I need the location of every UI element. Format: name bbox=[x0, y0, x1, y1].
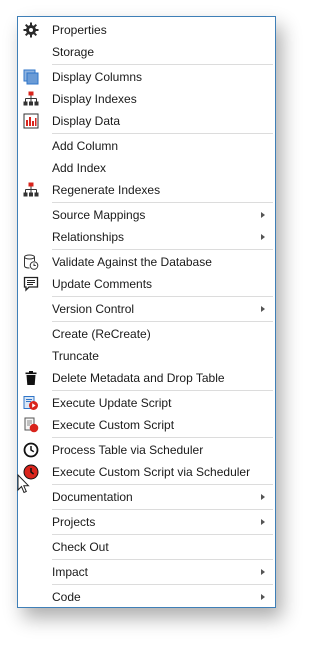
menu-item-projects[interactable]: Projects bbox=[18, 511, 275, 533]
menu-item-display-columns[interactable]: Display Columns bbox=[18, 66, 275, 88]
menu-item-code[interactable]: Code bbox=[18, 586, 275, 608]
comment-icon bbox=[23, 276, 39, 292]
menu-item-label: Properties bbox=[52, 23, 107, 37]
menu-item-impact[interactable]: Impact bbox=[18, 561, 275, 583]
menu-item-label: Projects bbox=[52, 515, 96, 529]
menu-item-execute-custom-script[interactable]: Execute Custom Script bbox=[18, 414, 275, 436]
menu-item-label: Add Index bbox=[52, 161, 107, 175]
menu-separator bbox=[52, 202, 273, 203]
menu-item-label: Display Data bbox=[52, 114, 121, 128]
menu-item-label: Truncate bbox=[52, 349, 99, 363]
menu-separator bbox=[52, 249, 273, 250]
database-clock-icon bbox=[23, 254, 39, 270]
menu-item-source-mappings[interactable]: Source Mappings bbox=[18, 204, 275, 226]
mouse-cursor-icon bbox=[17, 473, 31, 494]
trash-icon bbox=[23, 370, 39, 386]
menu-item-label: Update Comments bbox=[52, 277, 153, 291]
menu-item-label: Execute Custom Script via Scheduler bbox=[52, 465, 251, 479]
menu-item-add-column[interactable]: Add Column bbox=[18, 135, 275, 157]
submenu-arrow-icon bbox=[261, 519, 265, 525]
menu-item-label: Execute Custom Script bbox=[52, 418, 175, 432]
menu-item-documentation[interactable]: Documentation bbox=[18, 486, 275, 508]
menu-item-process-table-scheduler[interactable]: Process Table via Scheduler bbox=[18, 439, 275, 461]
script-run-icon bbox=[23, 395, 39, 411]
submenu-arrow-icon bbox=[261, 306, 265, 312]
menu-item-truncate[interactable]: Truncate bbox=[18, 345, 275, 367]
menu-separator bbox=[52, 64, 273, 65]
menu-item-check-out[interactable]: Check Out bbox=[18, 536, 275, 558]
submenu-arrow-icon bbox=[261, 212, 265, 218]
hierarchy-icon bbox=[23, 91, 39, 107]
menu-item-label: Add Column bbox=[52, 139, 119, 153]
menu-item-label: Execute Update Script bbox=[52, 396, 172, 410]
menu-separator bbox=[52, 509, 273, 510]
menu-item-properties[interactable]: Properties bbox=[18, 19, 275, 41]
menu-separator bbox=[52, 437, 273, 438]
submenu-arrow-icon bbox=[261, 234, 265, 240]
menu-item-label: Check Out bbox=[52, 540, 109, 554]
menu-item-label: Version Control bbox=[52, 302, 135, 316]
menu-item-update-comments[interactable]: Update Comments bbox=[18, 273, 275, 295]
bar-chart-icon bbox=[23, 113, 39, 129]
menu-item-relationships[interactable]: Relationships bbox=[18, 226, 275, 248]
menu-item-label: Storage bbox=[52, 45, 95, 59]
menu-item-label: Code bbox=[52, 590, 81, 604]
menu-separator bbox=[52, 390, 273, 391]
menu-item-execute-update-script[interactable]: Execute Update Script bbox=[18, 392, 275, 414]
menu-separator bbox=[52, 321, 273, 322]
menu-item-version-control[interactable]: Version Control bbox=[18, 298, 275, 320]
menu-item-label: Regenerate Indexes bbox=[52, 183, 161, 197]
submenu-arrow-icon bbox=[261, 594, 265, 600]
menu-item-label: Process Table via Scheduler bbox=[52, 443, 204, 457]
menu-separator bbox=[52, 484, 273, 485]
menu-item-label: Documentation bbox=[52, 490, 133, 504]
menu-separator bbox=[52, 559, 273, 560]
menu-item-regenerate-indexes[interactable]: Regenerate Indexes bbox=[18, 179, 275, 201]
menu-item-label: Delete Metadata and Drop Table bbox=[52, 371, 225, 385]
menu-separator bbox=[52, 584, 273, 585]
menu-item-execute-custom-script-scheduler[interactable]: Execute Custom Script via Scheduler bbox=[18, 461, 275, 483]
menu-separator bbox=[52, 133, 273, 134]
menu-item-create-recreate[interactable]: Create (ReCreate) bbox=[18, 323, 275, 345]
gear-icon bbox=[23, 22, 39, 38]
submenu-arrow-icon bbox=[261, 569, 265, 575]
menu-item-storage[interactable]: Storage bbox=[18, 41, 275, 63]
menu-item-label: Display Columns bbox=[52, 70, 143, 84]
menu-item-label: Impact bbox=[52, 565, 89, 579]
submenu-arrow-icon bbox=[261, 494, 265, 500]
menu-item-validate-against-database[interactable]: Validate Against the Database bbox=[18, 251, 275, 273]
menu-item-label: Create (ReCreate) bbox=[52, 327, 151, 341]
menu-item-label: Validate Against the Database bbox=[52, 255, 212, 269]
context-menu: Properties Storage Display Columns Displ… bbox=[17, 16, 276, 608]
columns-icon bbox=[23, 69, 39, 85]
menu-item-display-data[interactable]: Display Data bbox=[18, 110, 275, 132]
menu-item-label: Relationships bbox=[52, 230, 125, 244]
menu-item-add-index[interactable]: Add Index bbox=[18, 157, 275, 179]
script-stop-icon bbox=[23, 417, 39, 433]
menu-item-delete-metadata-drop-table[interactable]: Delete Metadata and Drop Table bbox=[18, 367, 275, 389]
menu-item-label: Display Indexes bbox=[52, 92, 137, 106]
clock-icon bbox=[23, 442, 39, 458]
hierarchy-icon bbox=[23, 182, 39, 198]
menu-separator bbox=[52, 534, 273, 535]
menu-separator bbox=[52, 296, 273, 297]
menu-item-display-indexes[interactable]: Display Indexes bbox=[18, 88, 275, 110]
menu-item-label: Source Mappings bbox=[52, 208, 146, 222]
